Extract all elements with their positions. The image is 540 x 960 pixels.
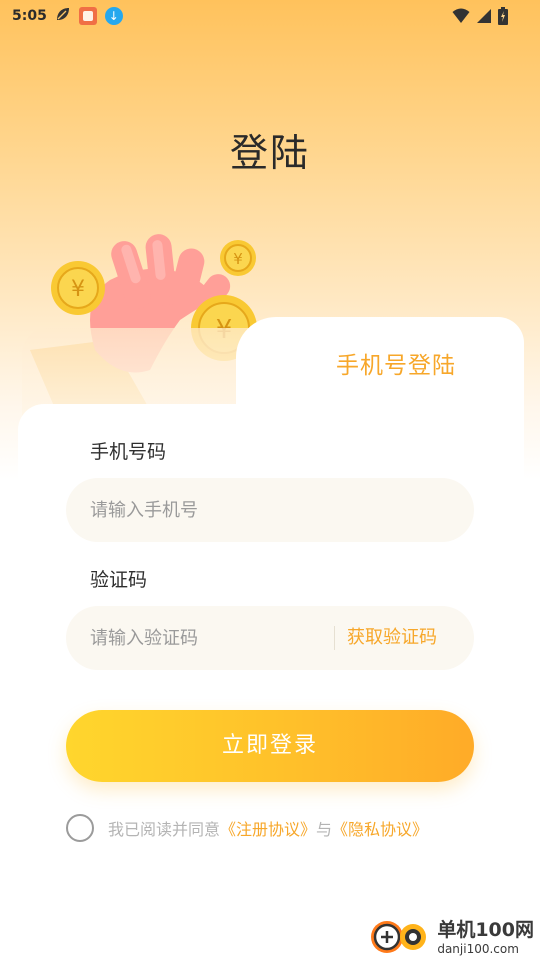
phone-label: 手机号码 [90, 441, 167, 463]
watermark-logo-icon [371, 920, 427, 953]
svg-text:¥: ¥ [233, 250, 243, 268]
leaf-icon [55, 6, 71, 26]
code-label: 验证码 [90, 569, 148, 591]
watermark-name: 单机100网 [437, 919, 534, 941]
agreement-prefix: 我已阅读并同意 [108, 820, 221, 839]
status-bar: 5:05 ↓ [0, 0, 540, 32]
code-divider [334, 626, 335, 650]
code-input[interactable] [90, 627, 320, 649]
get-code-button[interactable]: 获取验证码 [347, 606, 437, 670]
login-button[interactable]: 立即登录 [66, 710, 474, 782]
agreement-checkbox[interactable] [66, 814, 94, 842]
site-watermark: 单机100网 danji100.com [367, 915, 534, 956]
agreement-joiner: 与 [316, 820, 333, 839]
phone-input[interactable] [90, 499, 320, 521]
wifi-icon [452, 8, 470, 23]
app-notification-icon [78, 7, 97, 25]
signal-icon [477, 9, 491, 23]
register-agreement-link[interactable]: 《注册协议》 [220, 816, 316, 840]
agreement-row: 我已阅读并同意 《注册协议》 与 《隐私协议》 [66, 814, 428, 842]
tab-phone-login-label[interactable]: 手机号登陆 [336, 346, 456, 380]
svg-text:¥: ¥ [71, 277, 85, 302]
status-indicators [452, 7, 508, 25]
phone-field[interactable] [66, 478, 474, 542]
page-title: 登陆 [229, 131, 310, 175]
privacy-agreement-link[interactable]: 《隐私协议》 [332, 816, 428, 840]
code-field[interactable]: 获取验证码 [66, 606, 474, 670]
status-time: 5:05 [12, 8, 47, 24]
download-icon: ↓ [104, 7, 123, 25]
battery-icon [498, 7, 508, 25]
watermark-domain: danji100.com [437, 942, 519, 956]
card-edge [470, 420, 524, 480]
